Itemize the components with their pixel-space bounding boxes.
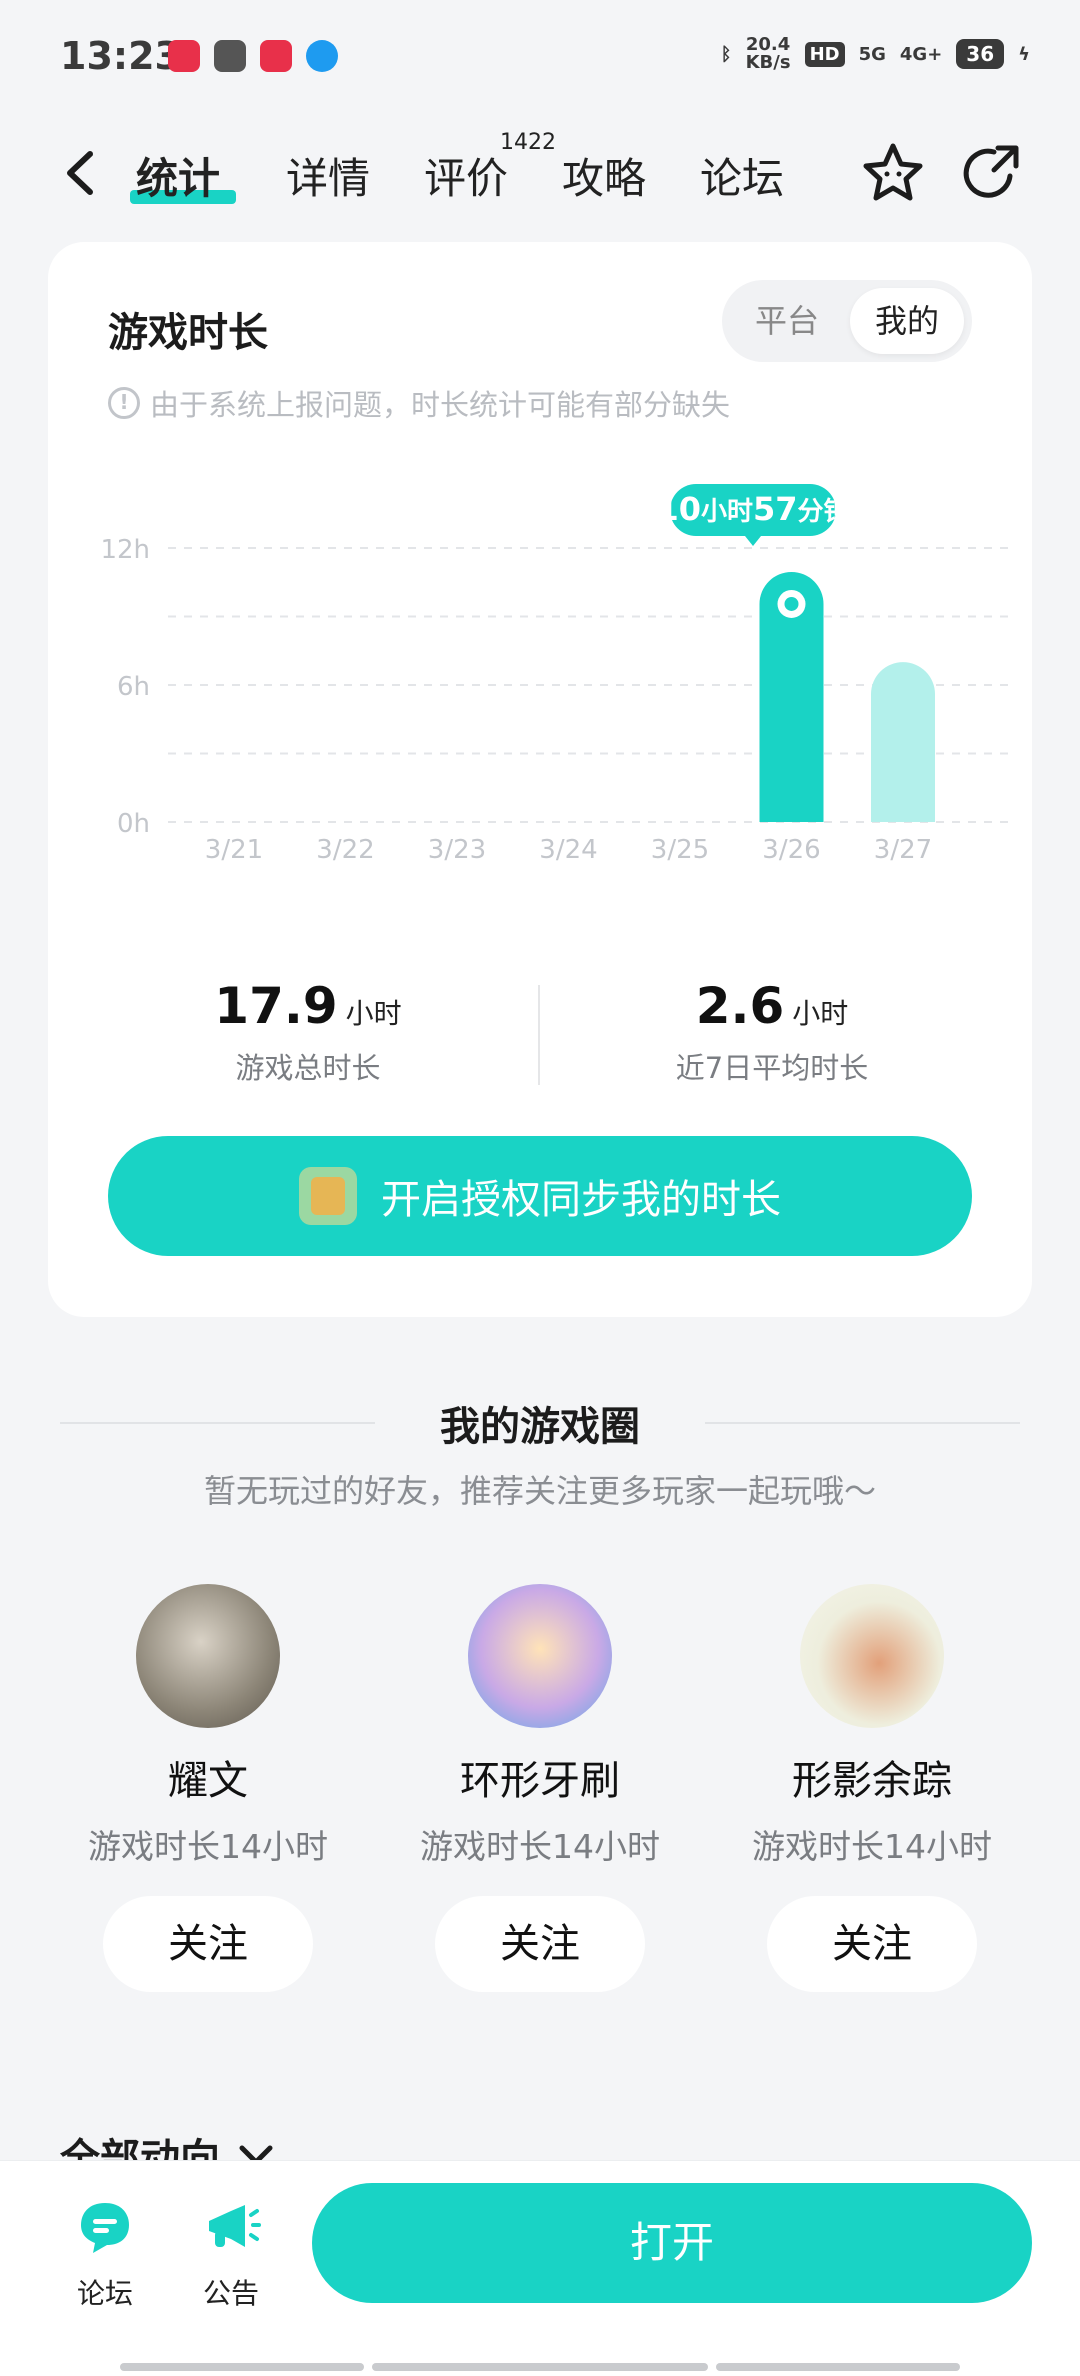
average-playtime: 2.6 小时 近7日平均时长 — [572, 977, 972, 1087]
total-playtime-value: 17.9 — [214, 977, 338, 1035]
game-circle-header: 我的游戏圈 — [0, 1392, 1080, 1452]
average-playtime-label: 近7日平均时长 — [675, 1051, 869, 1085]
friend-playtime: 游戏时长14小时 — [420, 1827, 660, 1866]
chart-bar — [871, 662, 935, 822]
notification-icons — [168, 40, 338, 72]
sync-playtime-label: 开启授权同步我的时长 — [381, 1177, 781, 1223]
total-playtime: 17.9 小时 游戏总时长 — [108, 977, 508, 1087]
summary-divider — [538, 985, 540, 1085]
home-indicator — [372, 2363, 708, 2371]
tab-guides[interactable]: 攻略 — [562, 145, 646, 206]
avatar[interactable] — [800, 1584, 944, 1728]
top-navigation: 统计 详情 评价 1422 攻略 论坛 — [0, 120, 1080, 230]
notice-text: 由于系统上报问题，时长统计可能有部分缺失 — [150, 388, 731, 422]
tooltip-pointer — [745, 536, 761, 546]
forum-shortcut[interactable]: 论坛 — [60, 2197, 150, 2312]
tab-details[interactable]: 详情 — [286, 145, 370, 206]
x-tick-label: 3/27 — [874, 835, 932, 865]
x-tick-label: 3/23 — [428, 835, 486, 865]
shop-app-icon — [260, 40, 292, 72]
friend-name[interactable]: 耀文 — [68, 1748, 348, 1806]
segment-platform[interactable]: 平台 — [730, 288, 844, 354]
home-indicator — [120, 2363, 364, 2371]
tooltip-minutes-unit: 分钟 — [798, 496, 850, 527]
x-tick-label: 3/25 — [651, 835, 709, 865]
notice-shortcut[interactable]: 公告 — [186, 2197, 276, 2312]
divider — [705, 1422, 1020, 1424]
friend-playtime: 游戏时长14小时 — [752, 1827, 992, 1866]
y-tick-label: 0h — [117, 809, 150, 839]
friend-playtime: 游戏时长14小时 — [88, 1827, 328, 1866]
status-indicators: ᛒ 20.4 KB/s HD 5G 4G+ 36 ϟ — [721, 36, 1030, 72]
bar-tooltip: 10小时57分钟 — [656, 484, 850, 546]
friend-card: 环形牙刷 游戏时长14小时 关注 — [400, 1584, 680, 1992]
x-tick-label: 3/24 — [539, 835, 597, 865]
total-playtime-unit: 小时 — [345, 997, 402, 1030]
bar-marker-dot — [784, 596, 799, 611]
battery-icon: 36 — [956, 39, 1005, 69]
avatar[interactable] — [468, 1584, 612, 1728]
signal-5g-icon: 5G — [858, 43, 886, 65]
forum-label: 论坛 — [76, 2277, 133, 2310]
tab-stats[interactable]: 统计 — [136, 145, 220, 206]
bottom-action-bar: 论坛 公告 打开 — [0, 2160, 1080, 2376]
playtime-title: 游戏时长 — [108, 310, 268, 356]
review-count-badge: 1422 — [500, 130, 556, 155]
tab-forum[interactable]: 论坛 — [700, 145, 784, 206]
data-notice: ! 由于系统上报问题，时长统计可能有部分缺失 — [108, 382, 730, 424]
follow-button[interactable]: 关注 — [435, 1896, 645, 1992]
friend-name[interactable]: 环形牙刷 — [400, 1748, 680, 1806]
y-tick-label: 12h — [100, 535, 150, 565]
tooltip-hours: 10 — [656, 490, 701, 528]
tooltip-minutes: 57 — [753, 490, 798, 528]
playtime-bar-chart: 0h 6h 12h 3/21 3/22 3/23 3/24 3/25 3/26 3/27 10小… — [100, 484, 1008, 865]
friend-card: 形影余踪 游戏时长14小时 关注 — [732, 1584, 1012, 1992]
friend-card: 耀文 游戏时长14小时 关注 — [68, 1584, 348, 1992]
back-arrow-icon[interactable] — [60, 148, 100, 198]
source-segmented-control: 平台 我的 — [722, 280, 972, 362]
x-tick-label: 3/21 — [205, 835, 263, 865]
playtime-card: 游戏时长 平台 我的 ! 由于系统上报问题，时长统计可能有部分缺失 0h 6h 12… — [48, 242, 1032, 1317]
tab-reviews[interactable]: 评价 — [424, 145, 508, 206]
game-icon — [299, 1167, 357, 1225]
total-playtime-label: 游戏总时长 — [235, 1051, 381, 1085]
friend-name[interactable]: 形影余踪 — [732, 1748, 1012, 1806]
share-icon[interactable] — [958, 140, 1024, 206]
wechat-app-icon — [214, 40, 246, 72]
tmall-app-icon — [168, 40, 200, 72]
game-circle-subtitle: 暂无玩过的好友，推荐关注更多玩家一起玩哦～ — [203, 1472, 876, 1510]
y-tick-label: 6h — [117, 672, 150, 702]
notice-label: 公告 — [202, 2277, 259, 2310]
info-icon: ! — [108, 387, 140, 419]
status-time: 13:23 — [60, 34, 181, 78]
forum-icon — [81, 2203, 129, 2253]
qq-app-icon — [306, 40, 338, 72]
follow-button[interactable]: 关注 — [103, 1896, 313, 1992]
x-tick-label: 3/26 — [762, 835, 820, 865]
avatar[interactable] — [136, 1584, 280, 1728]
home-indicator — [716, 2363, 960, 2371]
follow-button[interactable]: 关注 — [767, 1896, 977, 1992]
sync-playtime-button[interactable]: 开启授权同步我的时长 — [108, 1136, 972, 1256]
net-speed: 20.4 KB/s — [745, 34, 791, 73]
hd-badge: HD — [804, 41, 845, 67]
megaphone-icon — [209, 2205, 261, 2247]
open-game-button[interactable]: 打开 — [312, 2183, 1032, 2303]
segment-mine[interactable]: 我的 — [850, 288, 964, 354]
bluetooth-icon: ᛒ — [720, 43, 732, 65]
favorite-star-icon[interactable] — [860, 140, 926, 206]
playtime-summary: 17.9 小时 游戏总时长 2.6 小时 近7日平均时长 — [48, 977, 1032, 1107]
average-playtime-unit: 小时 — [792, 997, 849, 1030]
x-tick-label: 3/22 — [316, 835, 374, 865]
charging-icon: ϟ — [1018, 43, 1030, 65]
signal-4g-icon: 4G+ — [899, 43, 943, 65]
status-bar: 13:23 ᛒ 20.4 KB/s HD 5G 4G+ 36 ϟ — [0, 0, 1080, 110]
average-playtime-value: 2.6 — [695, 977, 785, 1035]
tooltip-hours-unit: 小时 — [701, 497, 753, 527]
